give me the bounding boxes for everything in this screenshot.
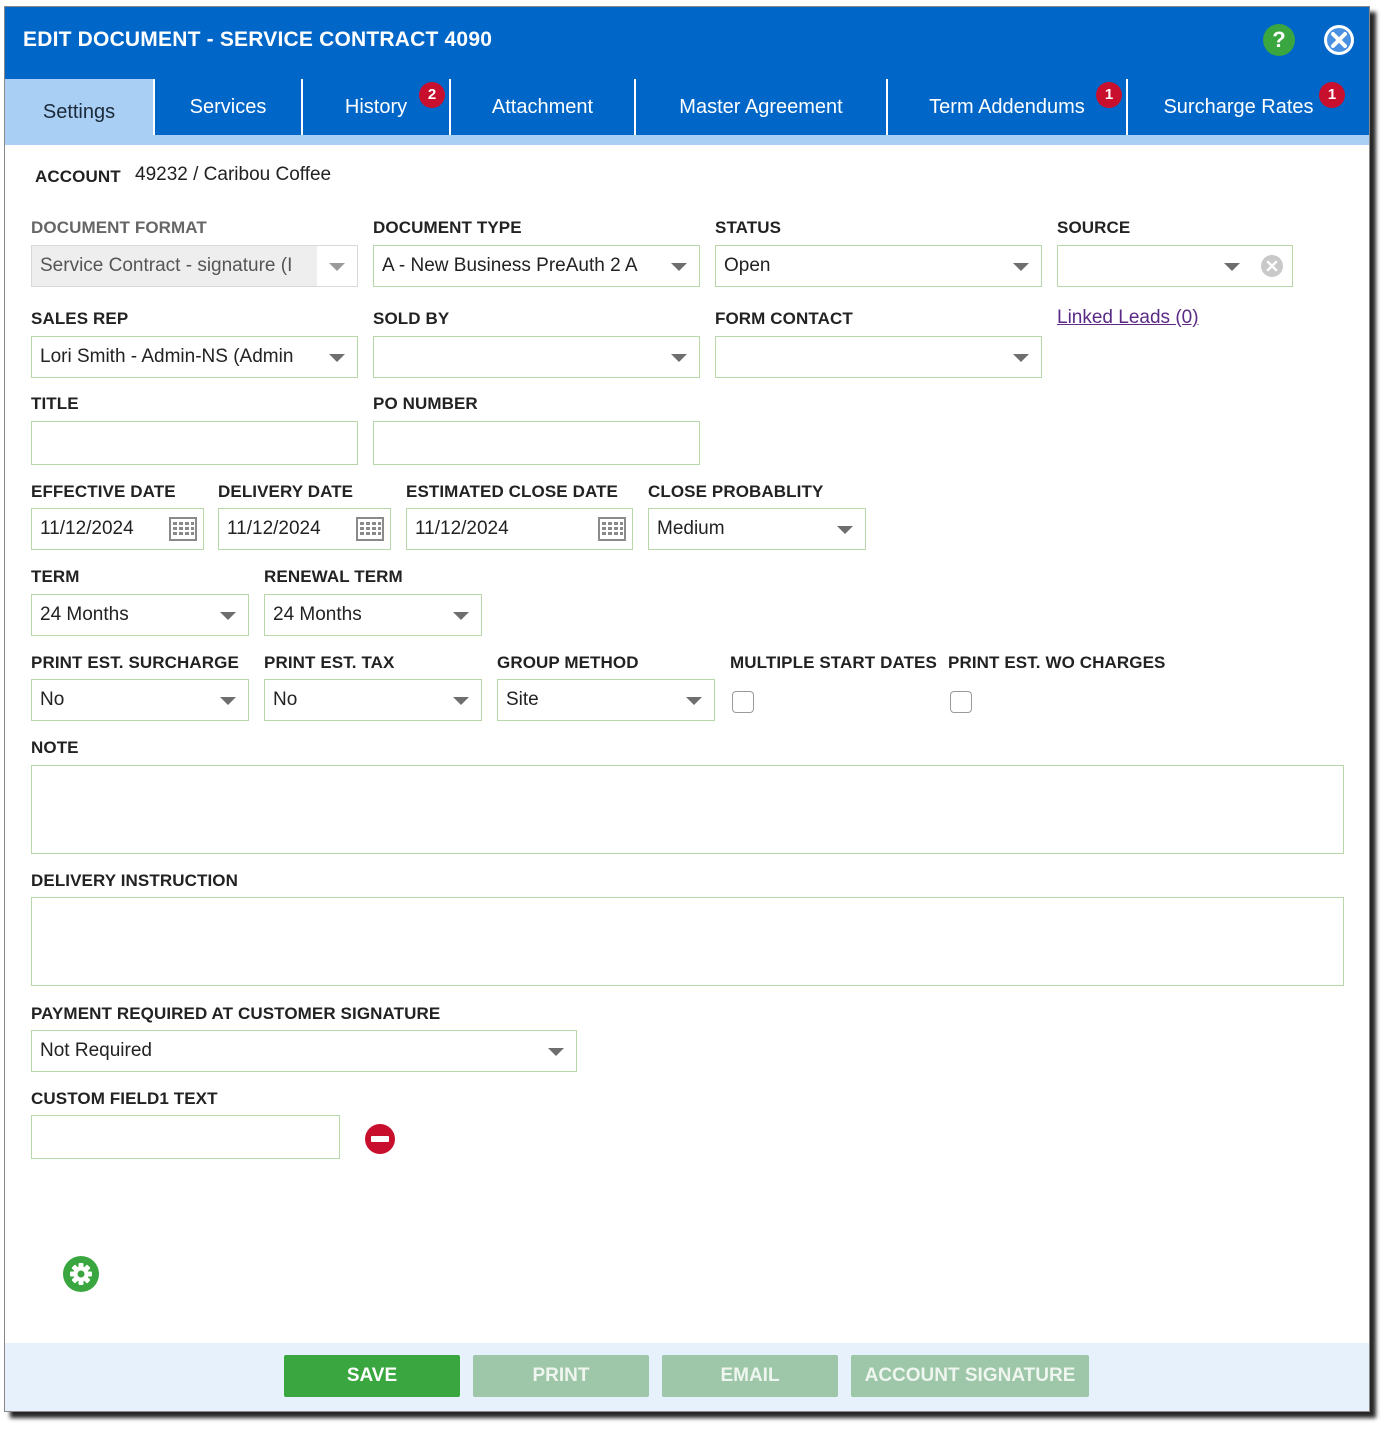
print-est-wo-charges-label: PRINT EST. WO CHARGES <box>948 653 1166 672</box>
delivery-date-input[interactable]: 11/12/2024 <box>218 508 391 550</box>
save-button[interactable]: SAVE <box>284 1355 460 1397</box>
renewal-term-label: RENEWAL TERM <box>264 567 403 586</box>
term-select[interactable]: 24 Months <box>31 594 249 636</box>
surcharge-rates-count-badge: 1 <box>1319 82 1345 108</box>
edit-document-dialog: EDIT DOCUMENT - SERVICE CONTRACT 4090 ? … <box>4 6 1370 1412</box>
sold-by-label: SOLD BY <box>373 309 450 328</box>
tab-services[interactable]: Services <box>153 79 301 135</box>
clear-icon[interactable] <box>1260 254 1284 278</box>
title-input[interactable] <box>31 421 358 465</box>
source-select[interactable] <box>1057 245 1293 287</box>
group-method-select[interactable]: Site <box>497 679 715 721</box>
multiple-start-dates-label: MULTIPLE START DATES <box>730 653 937 672</box>
tab-attachment[interactable]: Attachment <box>449 79 634 135</box>
custom-field1-label: CUSTOM FIELD1 TEXT <box>31 1089 218 1108</box>
tab-settings[interactable]: Settings <box>5 79 153 145</box>
chevron-down-icon <box>1013 263 1029 271</box>
document-type-select[interactable]: A - New Business PreAuth 2 A <box>373 245 700 287</box>
chevron-down-icon <box>329 263 345 271</box>
dialog-title: EDIT DOCUMENT - SERVICE CONTRACT 4090 <box>23 28 493 51</box>
chevron-down-icon <box>220 697 236 705</box>
document-type-label: DOCUMENT TYPE <box>373 218 522 237</box>
email-button[interactable]: EMAIL <box>662 1355 838 1397</box>
title-label: TITLE <box>31 394 79 413</box>
chevron-down-icon <box>1013 354 1029 362</box>
print-est-surcharge-select[interactable]: No <box>31 679 249 721</box>
source-label: SOURCE <box>1057 218 1131 237</box>
renewal-term-select[interactable]: 24 Months <box>264 594 482 636</box>
print-est-tax-label: PRINT EST. TAX <box>264 653 395 672</box>
chevron-down-icon <box>837 526 853 534</box>
sold-by-select[interactable] <box>373 336 700 378</box>
term-label: TERM <box>31 567 80 586</box>
remove-icon[interactable] <box>364 1123 396 1155</box>
calendar-icon[interactable] <box>356 517 384 541</box>
close-icon[interactable] <box>1323 24 1355 56</box>
account-signature-button[interactable]: ACCOUNT SIGNATURE <box>851 1355 1089 1397</box>
custom-field1-input[interactable] <box>31 1115 340 1159</box>
calendar-icon[interactable] <box>169 517 197 541</box>
note-textarea[interactable] <box>31 765 1344 854</box>
chevron-down-icon <box>671 354 687 362</box>
calendar-icon[interactable] <box>598 517 626 541</box>
payment-required-label: PAYMENT REQUIRED AT CUSTOMER SIGNATURE <box>31 1004 441 1023</box>
print-button[interactable]: PRINT <box>473 1355 649 1397</box>
tab-history[interactable]: History 2 <box>301 79 449 135</box>
payment-required-select[interactable]: Not Required <box>31 1030 577 1072</box>
delivery-instruction-textarea[interactable] <box>31 897 1344 986</box>
chevron-down-icon <box>671 263 687 271</box>
print-est-wo-charges-checkbox[interactable] <box>950 691 972 713</box>
tab-master-agreement[interactable]: Master Agreement <box>634 79 886 135</box>
chevron-down-icon <box>329 354 345 362</box>
gear-icon[interactable] <box>63 1256 99 1292</box>
multiple-start-dates-checkbox[interactable] <box>732 691 754 713</box>
form-contact-select[interactable] <box>715 336 1042 378</box>
help-icon[interactable]: ? <box>1263 24 1295 56</box>
chevron-down-icon <box>220 612 236 620</box>
chevron-down-icon <box>453 697 469 705</box>
po-number-label: PO NUMBER <box>373 394 478 413</box>
tab-term-addendums[interactable]: Term Addendums 1 <box>886 79 1126 135</box>
history-count-badge: 2 <box>419 82 445 108</box>
linked-leads-link[interactable]: Linked Leads (0) <box>1057 307 1199 329</box>
delivery-instruction-label: DELIVERY INSTRUCTION <box>31 871 238 890</box>
effective-date-label: EFFECTIVE DATE <box>31 482 176 501</box>
chevron-down-icon <box>548 1048 564 1056</box>
account-label: ACCOUNT <box>35 167 121 186</box>
print-est-tax-select[interactable]: No <box>264 679 482 721</box>
po-number-input[interactable] <box>373 421 700 465</box>
close-probability-select[interactable]: Medium <box>648 508 866 550</box>
tab-underline <box>5 135 1369 145</box>
effective-date-input[interactable]: 11/12/2024 <box>31 508 204 550</box>
chevron-down-icon <box>686 697 702 705</box>
chevron-down-icon <box>453 612 469 620</box>
status-label: STATUS <box>715 218 782 237</box>
form-contact-label: FORM CONTACT <box>715 309 853 328</box>
document-format-select: Service Contract - signature (I <box>31 245 358 287</box>
print-est-surcharge-label: PRINT EST. SURCHARGE <box>31 653 239 672</box>
title-bar: EDIT DOCUMENT - SERVICE CONTRACT 4090 ? <box>5 7 1369 73</box>
account-value: 49232 / Caribou Coffee <box>135 164 332 185</box>
delivery-date-label: DELIVERY DATE <box>218 482 354 501</box>
estimated-close-date-input[interactable]: 11/12/2024 <box>406 508 633 550</box>
sales-rep-select[interactable]: Lori Smith - Admin-NS (Admin <box>31 336 358 378</box>
chevron-down-icon <box>1224 263 1240 271</box>
note-label: NOTE <box>31 738 79 757</box>
sales-rep-label: SALES REP <box>31 309 129 328</box>
group-method-label: GROUP METHOD <box>497 653 639 672</box>
estimated-close-date-label: ESTIMATED CLOSE DATE <box>406 482 618 501</box>
status-select[interactable]: Open <box>715 245 1042 287</box>
document-format-label: DOCUMENT FORMAT <box>31 218 207 237</box>
close-probability-label: CLOSE PROBABLITY <box>648 482 824 501</box>
term-addendums-count-badge: 1 <box>1096 82 1122 108</box>
tab-surcharge-rates[interactable]: Surcharge Rates 1 <box>1126 79 1349 135</box>
